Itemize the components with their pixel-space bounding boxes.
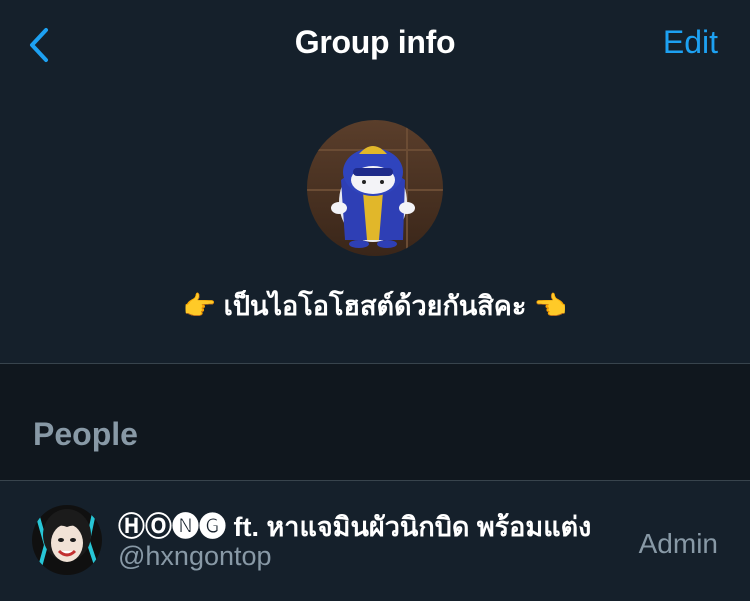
avatar xyxy=(32,505,102,575)
nav-bar: Group info Edit xyxy=(0,0,750,90)
member-role-badge: Admin xyxy=(638,528,718,559)
section-title-people: People xyxy=(33,416,138,452)
member-handle: @hxngontop xyxy=(118,541,272,571)
group-avatar[interactable] xyxy=(307,120,443,256)
edit-button[interactable]: Edit xyxy=(663,24,718,61)
member-row[interactable]: ⒽⓄ🅝🅖 ft. หาแจมินผัวนิกบิด พร้อมแต่ง @hxn… xyxy=(0,481,750,601)
page-title: Group info xyxy=(294,24,456,60)
group-name: 👉 เป็นไอโอโฮสต์ด้วยกันสิคะ 👈 xyxy=(182,291,568,321)
user-avatar-image xyxy=(32,505,102,575)
group-avatar-hamster-image xyxy=(307,120,443,256)
